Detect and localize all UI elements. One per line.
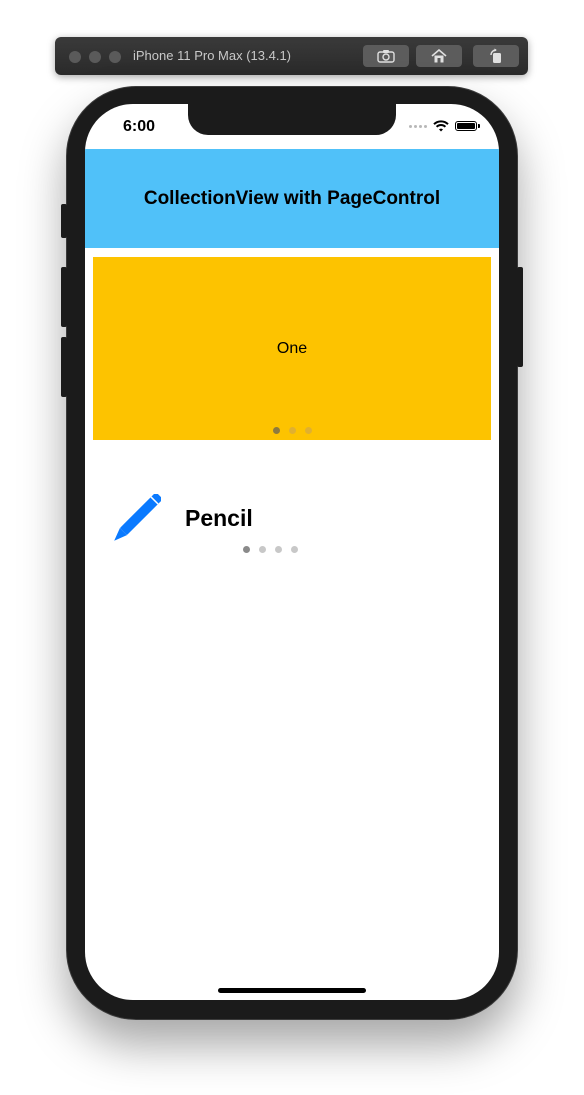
rotate-icon xyxy=(490,48,501,63)
device-screen: 6:00 CollectionView with PageControl One xyxy=(85,104,499,1000)
rotate-button[interactable] xyxy=(473,45,519,67)
home-icon xyxy=(431,49,447,63)
page-dot[interactable] xyxy=(289,427,296,434)
item-label: Pencil xyxy=(185,505,253,531)
volume-down-button[interactable] xyxy=(61,337,67,397)
simulator-window-title: iPhone 11 Pro Max (13.4.1) xyxy=(133,48,292,63)
status-bar-icons xyxy=(409,120,480,132)
home-button[interactable] xyxy=(416,45,462,67)
ring-switch xyxy=(61,204,67,238)
item-page-control[interactable] xyxy=(243,546,298,553)
wifi-icon xyxy=(433,120,449,132)
page-dot[interactable] xyxy=(259,546,266,553)
page-dot[interactable] xyxy=(275,546,282,553)
pencil-icon xyxy=(114,494,161,541)
navigation-title: CollectionView with PageControl xyxy=(143,187,441,209)
zoom-window-button[interactable] xyxy=(109,51,121,63)
carousel-cell[interactable]: One xyxy=(93,257,491,440)
screenshot-icon xyxy=(377,50,395,63)
page-dot[interactable] xyxy=(291,546,298,553)
simulator-toolbar: iPhone 11 Pro Max (13.4.1) xyxy=(55,37,528,75)
volume-up-button[interactable] xyxy=(61,267,67,327)
carousel-cell-label: One xyxy=(276,340,308,357)
cellular-signal-icon xyxy=(409,124,427,128)
minimize-window-button[interactable] xyxy=(89,51,101,63)
item-cell[interactable]: Pencil xyxy=(107,494,487,554)
page-dot-active[interactable] xyxy=(243,546,250,553)
device-notch xyxy=(188,104,396,135)
screenshot-button[interactable] xyxy=(363,45,409,67)
close-window-button[interactable] xyxy=(69,51,81,63)
simulator-stage: iPhone 11 Pro Max (13.4.1) 6:00 Collecti… xyxy=(0,0,584,1095)
page-dot-active[interactable] xyxy=(273,427,280,434)
navigation-bar: CollectionView with PageControl xyxy=(85,149,499,248)
side-power-button[interactable] xyxy=(517,267,523,367)
page-dot[interactable] xyxy=(305,427,312,434)
carousel-page-control[interactable] xyxy=(273,427,312,434)
battery-icon xyxy=(455,121,480,131)
status-bar-time: 6:00 xyxy=(123,118,156,135)
home-indicator[interactable] xyxy=(218,988,366,993)
